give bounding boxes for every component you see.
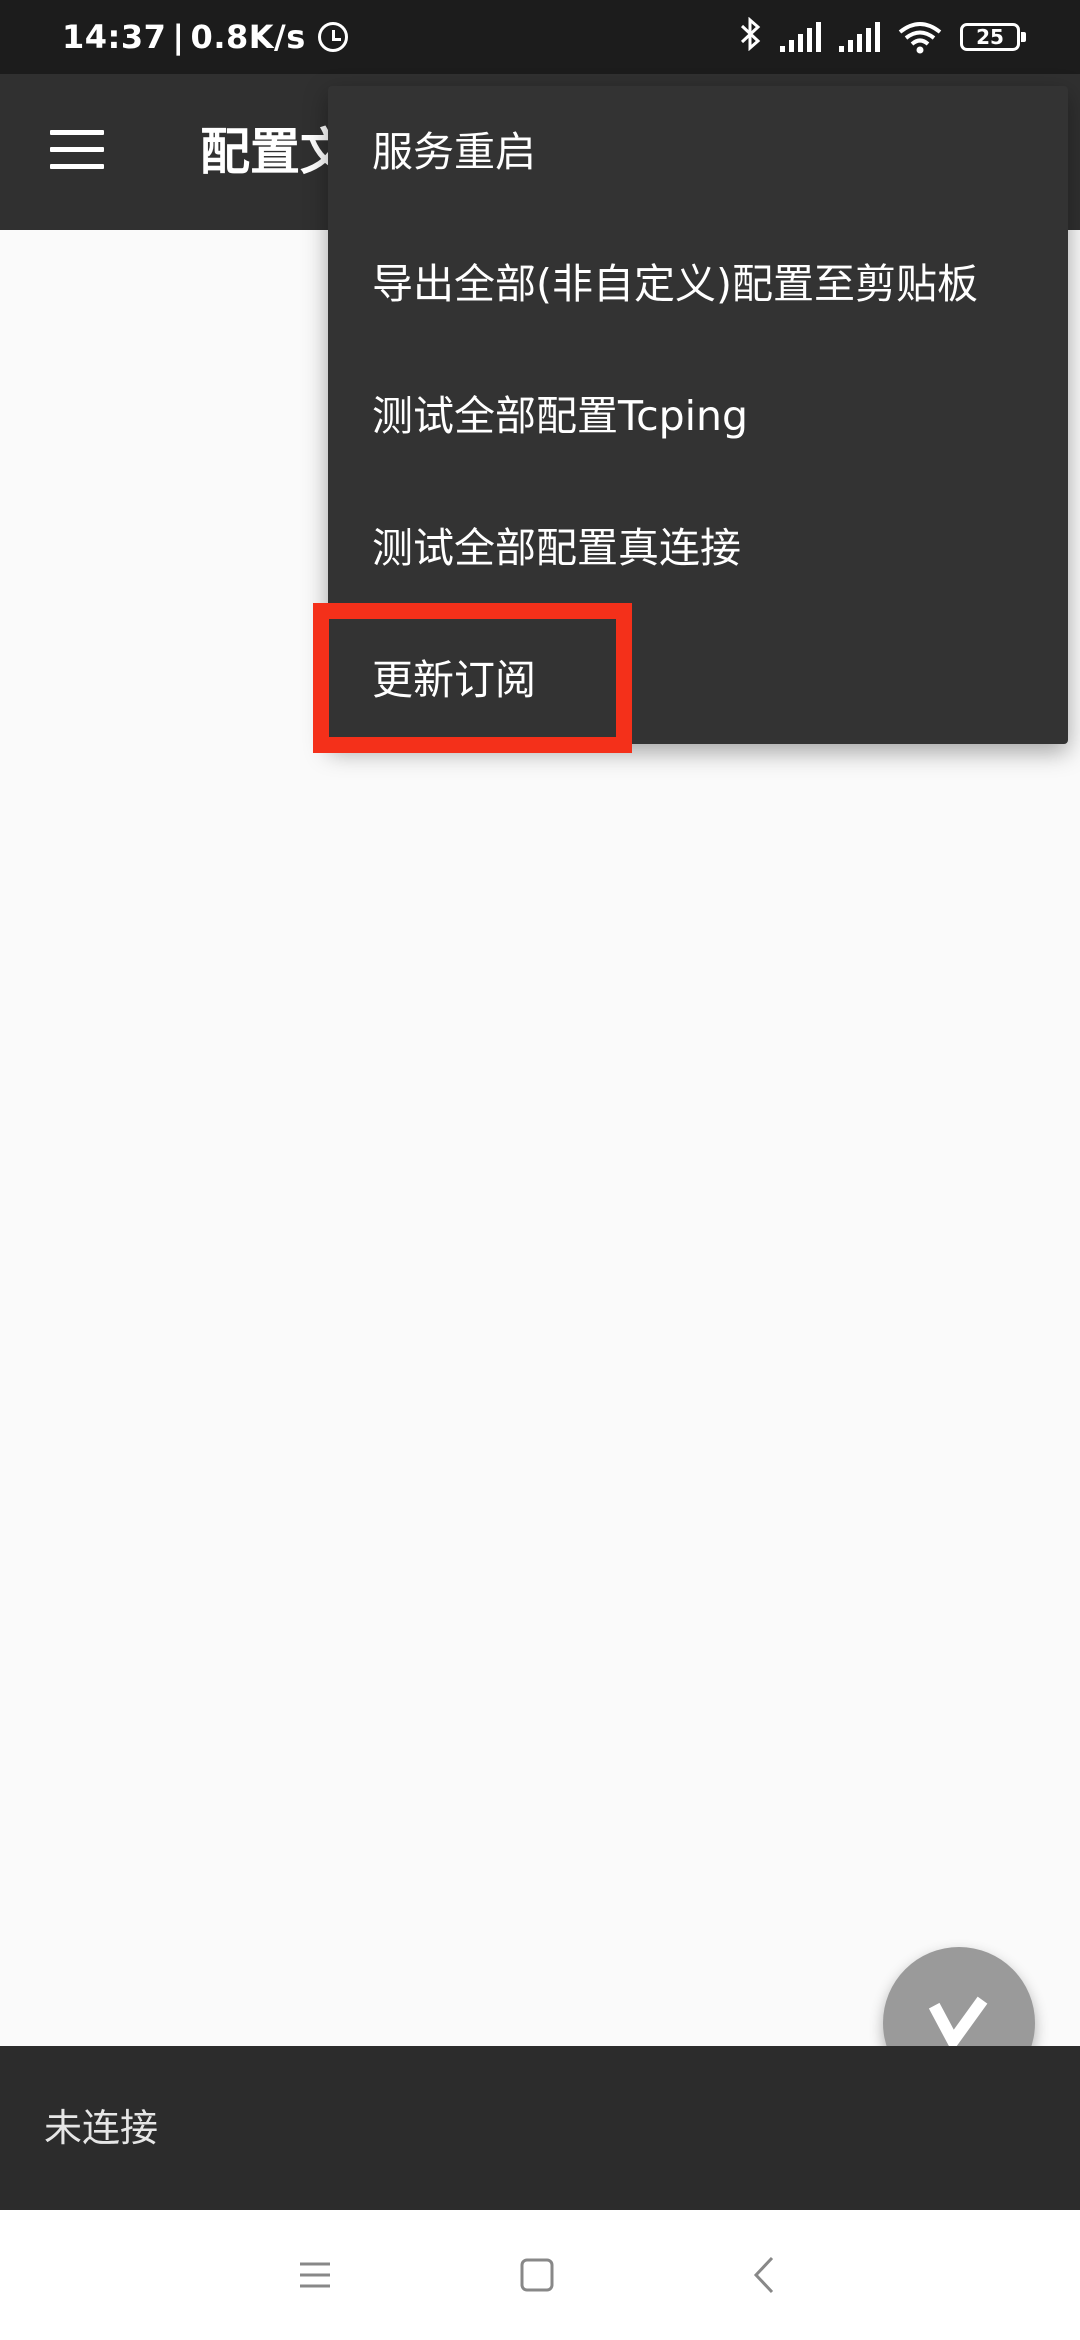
navigation-bar <box>0 2210 1080 2340</box>
menu-item-test-real-connection[interactable]: 测试全部配置真连接 <box>328 482 1068 614</box>
connection-status-text: 未连接 <box>44 2106 159 2150</box>
back-chevron-icon[interactable] <box>730 2240 800 2310</box>
status-separator: | <box>172 18 185 56</box>
menu-item-export-all-configs[interactable]: 导出全部(非自定义)配置至剪贴板 <box>328 218 1068 350</box>
status-left: 14:37 | 0.8K/s <box>62 0 348 74</box>
alarm-clock-icon <box>317 22 348 52</box>
connection-status-panel[interactable]: 未连接 <box>0 2046 1080 2210</box>
home-square-icon[interactable] <box>502 2240 572 2310</box>
wifi-icon <box>898 20 942 54</box>
battery-level: 25 <box>976 25 1004 49</box>
recents-menu-icon[interactable] <box>280 2240 350 2310</box>
bluetooth-icon <box>740 16 762 57</box>
status-right: 25 <box>740 0 1026 74</box>
status-net-speed: 0.8K/s <box>190 18 306 56</box>
status-time: 14:37 <box>62 18 167 56</box>
status-bar: 14:37 | 0.8K/s 25 <box>0 0 1080 74</box>
menu-item-test-tcping[interactable]: 测试全部配置Tcping <box>328 350 1068 482</box>
highlight-box <box>313 603 632 753</box>
menu-item-restart-service[interactable]: 服务重启 <box>328 86 1068 218</box>
battery-icon: 25 <box>960 23 1026 51</box>
signal-icon <box>839 22 880 52</box>
hamburger-menu-icon[interactable] <box>50 130 104 170</box>
signal-icon <box>780 22 821 52</box>
